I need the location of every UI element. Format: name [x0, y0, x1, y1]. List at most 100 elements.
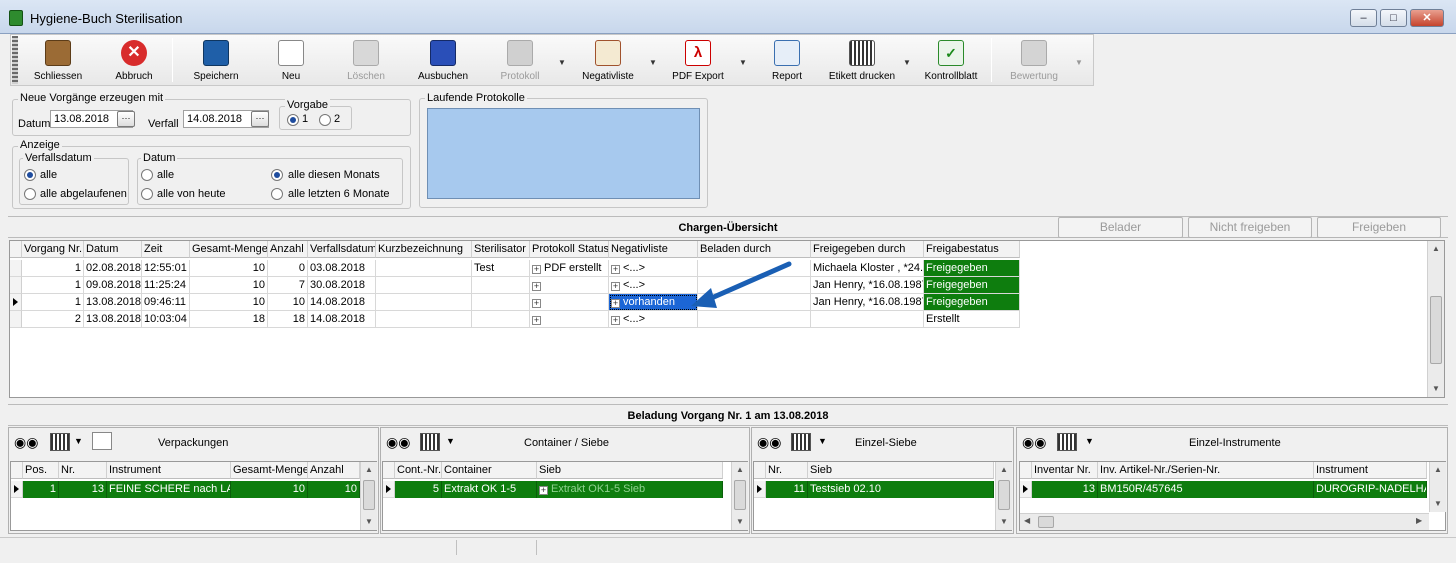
expand-icon[interactable]: + [532, 316, 541, 325]
table-cell[interactable] [472, 277, 530, 294]
table-cell[interactable]: 09:46:11 [142, 294, 190, 311]
table-cell[interactable]: 10 [231, 481, 308, 498]
table-cell[interactable] [376, 277, 472, 294]
datum-picker-button[interactable]: ··· [117, 111, 135, 127]
table-cell[interactable]: Testsieb 02.10 [808, 481, 994, 498]
table-cell[interactable]: 10:03:04 [142, 311, 190, 328]
table-cell[interactable]: 11 [766, 481, 808, 498]
vorgabe-radio-2[interactable] [319, 114, 331, 126]
row-selector[interactable] [10, 277, 22, 294]
table-cell[interactable]: 14.08.2018 [308, 294, 376, 311]
table-cell[interactable] [376, 260, 472, 277]
col-instrument[interactable]: Instrument [107, 462, 231, 479]
scroll-up-arrow-icon[interactable]: ▲ [1428, 241, 1444, 257]
datum-radio-heute[interactable] [141, 188, 153, 200]
table-cell[interactable]: Jan Henry, *16.08.1987 [811, 277, 924, 294]
scroll-thumb[interactable] [734, 480, 746, 510]
verpackungen-scrollbar[interactable]: ▲ ▼ [360, 462, 377, 530]
table-cell[interactable]: 1 [22, 277, 84, 294]
row-selector-current[interactable] [383, 481, 395, 498]
status-badge[interactable]: Freigegeben [924, 294, 1020, 311]
label-printer-icon[interactable] [1057, 433, 1077, 451]
vorgabe-radio-1[interactable] [287, 114, 299, 126]
table-cell[interactable]: 10 [190, 294, 268, 311]
table-cell[interactable]: 1 [23, 481, 59, 498]
col-negativliste[interactable]: Negativliste [609, 241, 698, 258]
expand-icon[interactable]: + [611, 316, 620, 325]
table-cell[interactable]: 13.08.2018 [84, 294, 142, 311]
etikett-drucken-button[interactable]: Etikett drucken [827, 37, 897, 85]
minimize-button[interactable]: – [1350, 9, 1377, 27]
table-cell[interactable]: DUROGRIP-NADELHA [1314, 481, 1427, 498]
table-cell[interactable]: 12:55:01 [142, 260, 190, 277]
status-badge[interactable]: Freigegeben [924, 277, 1020, 294]
col-gesamt-menge[interactable]: Gesamt-Menge [190, 241, 268, 258]
table-cell[interactable]: 13 [1032, 481, 1098, 498]
table-cell[interactable]: 18 [190, 311, 268, 328]
label-printer-icon[interactable] [420, 433, 440, 451]
verfall-picker-button[interactable]: ··· [251, 111, 269, 127]
col-gesamt-menge[interactable]: Gesamt-Menge [231, 462, 308, 479]
protokoll-button[interactable]: Protokoll [488, 37, 552, 85]
speichern-button[interactable]: Speichern [184, 37, 248, 85]
col-kurzbezeichnung[interactable]: Kurzbezeichnung [376, 241, 472, 258]
table-cell[interactable]: BM150R/457645 [1098, 481, 1314, 498]
binoculars-icon[interactable]: ◉◉ [757, 434, 781, 452]
scroll-down-arrow-icon[interactable]: ▼ [361, 514, 377, 530]
col-sieb[interactable]: Sieb [808, 462, 994, 479]
label-printer-icon[interactable] [50, 433, 70, 451]
col-instrument[interactable]: Instrument [1314, 462, 1427, 479]
status-badge[interactable]: Freigegeben [924, 260, 1020, 277]
col-beladen-durch[interactable]: Beladen durch [698, 241, 811, 258]
table-cell[interactable] [811, 311, 924, 328]
ausbuchen-button[interactable]: Ausbuchen [408, 37, 478, 85]
negativliste-button[interactable]: Negativliste [573, 37, 643, 85]
scroll-down-arrow-icon[interactable]: ▼ [1428, 381, 1444, 397]
scroll-right-arrow-icon[interactable]: ▶ [1416, 516, 1422, 525]
col-vorgang-nr[interactable]: Vorgang Nr. [22, 241, 84, 258]
einzelsiebe-scrollbar[interactable]: ▲ ▼ [995, 462, 1012, 530]
report-button[interactable]: Report [757, 37, 817, 85]
table-cell[interactable]: 0 [268, 260, 308, 277]
toolbar-grip[interactable] [12, 36, 18, 84]
table-cell[interactable] [472, 311, 530, 328]
negativliste-dropdown-arrow[interactable]: ▼ [649, 58, 657, 67]
table-cell[interactable]: 7 [268, 277, 308, 294]
datum-radio-alle[interactable] [141, 169, 153, 181]
col-anzahl[interactable]: Anzahl [308, 462, 360, 479]
nicht-freigeben-button[interactable]: Nicht freigeben [1188, 217, 1312, 238]
scroll-thumb[interactable] [1430, 296, 1442, 364]
col-sterilisator[interactable]: Sterilisator [472, 241, 530, 258]
table-cell[interactable]: Extrakt OK 1-5 [442, 481, 537, 498]
col-cont-nr[interactable]: Cont.-Nr. [395, 462, 442, 479]
col-zeit[interactable]: Zeit [142, 241, 190, 258]
belader-button[interactable]: Belader [1058, 217, 1183, 238]
table-cell[interactable]: 30.08.2018 [308, 277, 376, 294]
protokoll-status-cell[interactable]: + [530, 277, 609, 294]
table-cell[interactable]: 10 [190, 260, 268, 277]
expand-icon[interactable]: + [611, 299, 620, 308]
scroll-thumb[interactable] [363, 480, 375, 510]
new-page-icon[interactable] [92, 432, 112, 450]
status-badge[interactable]: Erstellt [924, 311, 1020, 328]
dropdown-arrow-icon[interactable]: ▼ [446, 436, 466, 454]
row-selector[interactable] [10, 260, 22, 277]
table-cell[interactable]: 1 [22, 260, 84, 277]
scroll-down-arrow-icon[interactable]: ▼ [1430, 496, 1446, 512]
scroll-down-arrow-icon[interactable]: ▼ [732, 514, 748, 530]
scroll-down-arrow-icon[interactable]: ▼ [996, 514, 1012, 530]
expand-icon[interactable]: + [539, 486, 548, 495]
datum-radio-6monate[interactable] [271, 188, 283, 200]
col-artikel-nr[interactable]: Inv. Artikel-Nr./Serien-Nr. [1098, 462, 1314, 479]
scroll-thumb[interactable] [1038, 516, 1054, 528]
abbruch-button[interactable]: ✕ Abbruch [102, 37, 166, 85]
expand-icon[interactable]: + [611, 282, 620, 291]
table-cell[interactable]: Michaela Kloster , *24. [811, 260, 924, 277]
col-sieb[interactable]: Sieb [537, 462, 723, 479]
binoculars-icon[interactable]: ◉◉ [14, 434, 38, 452]
table-cell[interactable]: Test [472, 260, 530, 277]
kontrollblatt-button[interactable]: ✓ Kontrollblatt [918, 37, 984, 85]
table-cell[interactable]: FEINE SCHERE nach LA [107, 481, 231, 498]
col-container[interactable]: Container [442, 462, 537, 479]
datum-radio-monat[interactable] [271, 169, 283, 181]
